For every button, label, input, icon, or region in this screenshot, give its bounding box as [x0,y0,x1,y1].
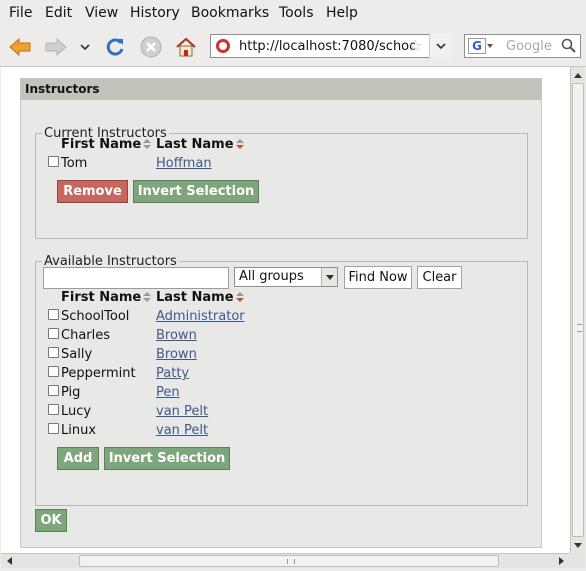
available-last-name-link[interactable]: Patty [156,366,189,381]
horizontal-scroll-thumb[interactable] [79,555,499,567]
available-last-name-link[interactable]: Brown [156,347,197,362]
available-checkbox[interactable] [48,328,59,339]
vertical-scroll-thumb[interactable] [572,83,584,537]
ok-button[interactable]: OK [35,509,67,532]
current-first-name-header[interactable]: First Name [61,137,152,152]
horizontal-scrollbar[interactable] [1,553,570,568]
available-invert-selection-button[interactable]: Invert Selection [104,447,230,470]
menu-bookmarks[interactable]: Bookmarks [191,5,269,21]
add-button[interactable]: Add [57,447,99,470]
search-bar[interactable]: G Google [464,34,581,58]
menu-view[interactable]: View [85,5,118,21]
current-first-name: Tom [61,156,88,171]
menu-help[interactable]: Help [326,5,358,21]
forward-button[interactable] [43,35,69,59]
bookmark-star-icon[interactable]: ☆ [408,36,422,55]
current-last-name-link[interactable]: Hoffman [156,156,212,171]
home-button[interactable] [173,35,199,59]
engine-dropdown-icon[interactable] [487,44,493,48]
available-last-name-link[interactable]: Pen [156,385,180,400]
available-first-name: Linux [61,423,97,438]
current-checkbox-0[interactable] [48,156,59,167]
scroll-down-arrow-icon[interactable] [574,543,582,548]
remove-button[interactable]: Remove [57,180,128,203]
available-last-name-header[interactable]: Last Name [156,290,244,305]
current-invert-selection-button[interactable]: Invert Selection [133,180,259,203]
sort-icon [235,139,244,150]
available-first-name: Peppermint [61,366,136,381]
back-arrow-icon [9,38,31,56]
sort-icon [143,292,152,303]
available-first-name: Charles [61,328,111,343]
sort-icon [143,139,152,150]
chevron-down-icon [436,43,446,50]
available-checkbox[interactable] [48,347,59,358]
instructors-panel: Instructors Current Instructors First Na… [20,78,542,548]
available-last-name-link[interactable]: Brown [156,328,197,343]
menu-bar: File Edit View History Bookmarks Tools H… [0,0,586,27]
page-viewport: Instructors Current Instructors First Na… [1,67,570,553]
header-label: Last Name [156,290,234,305]
menu-tools[interactable]: Tools [279,5,314,21]
url-text[interactable]: http://localhost:7080/schooltool [239,39,415,54]
group-select[interactable]: All groups [234,267,338,287]
scrollbar-corner [570,553,585,568]
back-button[interactable] [7,35,33,59]
sort-icon [235,292,244,303]
magnifier-icon[interactable] [561,38,577,54]
stop-icon [140,36,162,58]
vertical-scrollbar[interactable] [570,67,585,553]
history-dropdown-button[interactable] [75,35,95,59]
menu-file[interactable]: File [9,5,32,21]
scroll-right-arrow-icon[interactable] [559,557,564,565]
available-checkbox[interactable] [48,309,59,320]
current-last-name-header[interactable]: Last Name [156,137,244,152]
available-checkbox[interactable] [48,366,59,377]
scroll-up-arrow-icon[interactable] [574,73,582,78]
dropdown-arrow-icon [321,268,337,286]
site-identity-icon[interactable] [216,39,230,53]
available-first-name-header[interactable]: First Name [61,290,152,305]
forward-arrow-icon [45,38,67,56]
header-label: First Name [61,137,142,152]
menu-history[interactable]: History [130,5,180,21]
stop-button[interactable] [138,35,164,59]
available-last-name-link[interactable]: van Pelt [156,423,208,438]
clear-button[interactable]: Clear [417,266,462,289]
reload-button[interactable] [102,35,128,59]
available-checkbox[interactable] [48,423,59,434]
available-first-name: Pig [61,385,81,400]
available-last-name-link[interactable]: van Pelt [156,404,208,419]
chevron-down-icon [80,44,90,51]
home-icon [176,37,196,57]
url-dropdown-button[interactable] [429,34,452,58]
group-select-value: All groups [239,269,304,284]
header-label: Last Name [156,137,234,152]
menu-edit[interactable]: Edit [45,5,72,21]
panel-title: Instructors [21,79,541,100]
reload-icon [106,38,124,56]
available-first-name: Lucy [61,404,92,419]
header-label: First Name [61,290,142,305]
available-last-name-link[interactable]: Administrator [156,309,245,324]
url-bar[interactable]: http://localhost:7080/schooltool ☆ [210,34,452,58]
available-checkbox[interactable] [48,385,59,396]
available-checkbox[interactable] [48,404,59,415]
search-engine-icon[interactable]: G [468,38,486,54]
search-instructors-input[interactable] [43,267,229,289]
available-first-name: Sally [61,347,93,362]
search-placeholder[interactable]: Google [506,39,552,54]
scroll-left-arrow-icon[interactable] [7,557,12,565]
find-now-button[interactable]: Find Now [344,266,412,289]
available-first-name: SchoolTool [61,309,130,324]
